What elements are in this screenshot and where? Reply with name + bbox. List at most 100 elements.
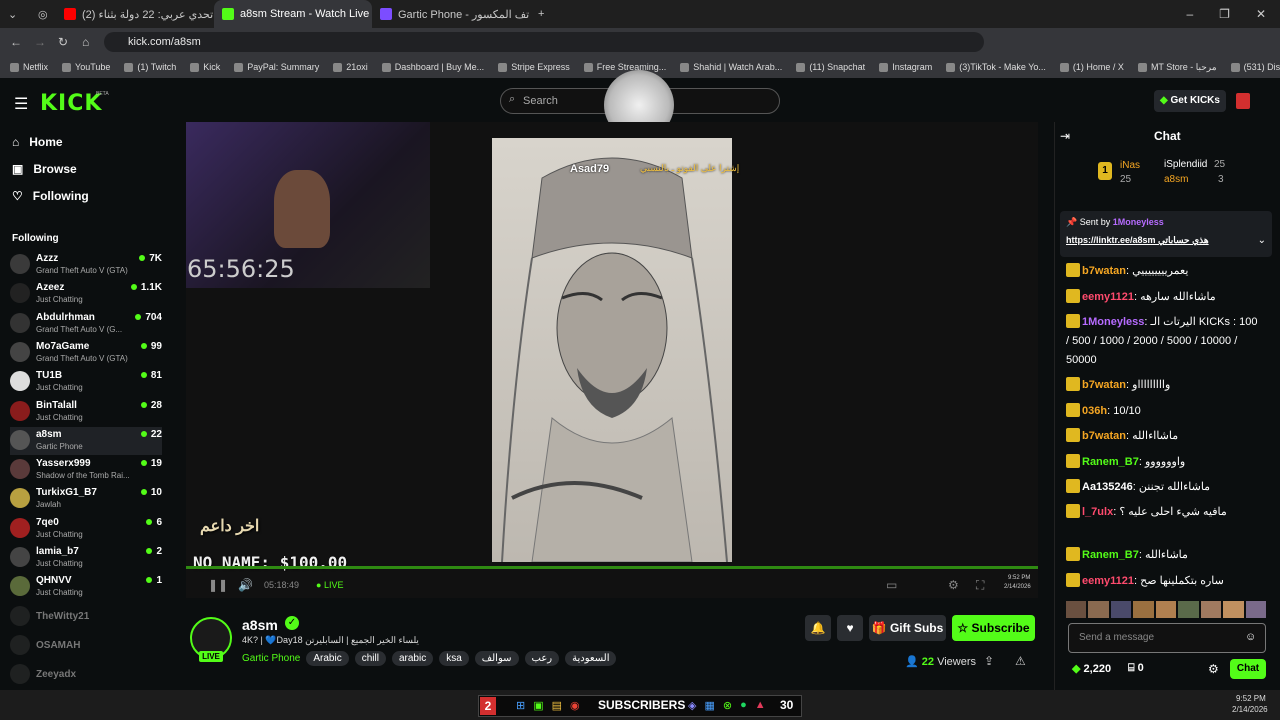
spotify-icon[interactable]: ● <box>740 699 747 712</box>
volume-icon[interactable]: 🔊 <box>238 578 253 592</box>
bookmark-item[interactable]: (1) Home / X <box>1059 62 1124 72</box>
share-icon[interactable]: ⇪ <box>984 654 994 668</box>
emote[interactable] <box>1223 601 1244 618</box>
chat-username[interactable]: Ranem_B7 <box>1082 456 1139 468</box>
chat-username[interactable]: eemy1121 <box>1082 291 1134 303</box>
following-channel[interactable]: BinTalall Just Chatting 28 <box>10 398 162 426</box>
pinned-text[interactable]: https://linktr.ee/a8sm هذي حساباتي <box>1066 235 1209 246</box>
bookmark-item[interactable]: (3)TikTok - Make Yo... <box>946 62 1046 72</box>
bookmark-item[interactable]: Instagram <box>879 62 932 72</box>
minimize-icon[interactable]: – <box>1186 7 1193 21</box>
following-channel[interactable]: Azzz Grand Theft Auto V (GTA) 7K <box>10 251 162 279</box>
windows-start-icon[interactable]: ⊞ <box>516 699 525 712</box>
notify-bell-icon[interactable]: 🔔 <box>805 615 831 641</box>
home-icon[interactable]: ⌂ <box>82 35 89 49</box>
emote[interactable] <box>1200 601 1222 618</box>
nav-following[interactable]: ♡ Following <box>12 189 89 203</box>
chat-username[interactable]: b7watan <box>1082 430 1126 442</box>
back-icon[interactable]: ← <box>10 35 22 49</box>
following-channel[interactable]: Yasserx999 Shadow of the Tomb Rai... 19 <box>10 456 162 484</box>
emote[interactable] <box>1066 601 1087 618</box>
forward-icon[interactable]: → <box>34 35 46 49</box>
bookmark-item[interactable]: Free Streaming... <box>583 62 666 72</box>
offline-channel[interactable]: TheWitty21 <box>10 603 162 631</box>
bookmark-item[interactable]: Dashboard | Buy Me... <box>381 62 484 72</box>
stream-tag[interactable]: Arabic <box>306 651 349 666</box>
kick-logo[interactable]: KICK <box>40 91 102 116</box>
hamburger-menu-icon[interactable]: ☰ <box>14 94 28 114</box>
top-gifter-2[interactable]: iSplendiid <box>1164 159 1207 170</box>
bookmark-item[interactable]: PayPal: Summary <box>234 62 319 72</box>
stream-tag[interactable]: ksa <box>439 651 469 666</box>
emote[interactable] <box>1088 601 1109 618</box>
bookmark-item[interactable]: MT Store - مرحبا <box>1137 62 1217 73</box>
following-channel[interactable]: TurkixG1_B7 Jawlah 10 <box>10 485 162 513</box>
bookmark-item[interactable]: YouTube <box>62 62 110 72</box>
chat-input[interactable]: Send a message <box>1068 623 1266 653</box>
emote[interactable] <box>1110 601 1132 618</box>
emote[interactable] <box>1133 601 1154 618</box>
pause-icon[interactable]: ❚❚ <box>208 578 228 592</box>
settings-icon[interactable]: ⚙ <box>948 578 959 592</box>
fullscreen-icon[interactable]: ⛶ <box>976 578 984 593</box>
streamer-name[interactable]: a8sm <box>242 617 278 633</box>
get-kicks-button[interactable]: ◆ Get KICKs <box>1154 90 1226 112</box>
chat-username[interactable]: 036h <box>1082 405 1107 417</box>
new-tab-button[interactable]: + <box>530 0 554 28</box>
chat-username[interactable]: l_7ulx <box>1082 506 1113 518</box>
bookmark-item[interactable]: 21oxi <box>333 62 368 72</box>
send-chat-button[interactable]: Chat <box>1230 659 1266 679</box>
report-icon[interactable]: ⚠ <box>1015 654 1026 668</box>
chat-username[interactable]: Aa135246 <box>1082 481 1133 493</box>
gift-subs-button[interactable]: 🎁 Gift Subs <box>869 615 946 641</box>
emoji-icon[interactable]: ☺ <box>1245 631 1256 643</box>
app-icon[interactable]: ◈ <box>688 699 696 712</box>
following-channel[interactable]: 7qe0 Just Chatting 6 <box>10 515 162 543</box>
stream-tag[interactable]: chill <box>354 651 386 666</box>
stream-tag[interactable]: سوالف <box>474 651 519 666</box>
following-channel[interactable]: Mo7aGame Grand Theft Auto V (GTA) 99 <box>10 339 162 367</box>
offline-channel[interactable]: OSAMAH <box>10 632 162 660</box>
stream-tag[interactable]: رعب <box>524 651 560 666</box>
gift-balance[interactable]: ⌸ 0 <box>1128 662 1144 675</box>
folder-icon[interactable]: ▤ <box>552 699 562 712</box>
follow-heart-icon[interactable]: ♥ <box>837 615 863 641</box>
tab-youtube[interactable]: أكثر تحدي عربي: 22 دولة بثناء (2)✕ <box>56 0 214 28</box>
following-channel[interactable]: Azeez Just Chatting 1.1K <box>10 280 162 308</box>
chat-username[interactable]: b7watan <box>1082 265 1126 277</box>
bookmark-item[interactable]: Shahid | Watch Arab... <box>680 62 782 72</box>
offline-channel[interactable]: Zeeyadx <box>10 661 162 689</box>
user-avatar[interactable] <box>1236 93 1250 109</box>
tab-menu-icon[interactable]: ⌄ <box>0 0 30 28</box>
bookmark-item[interactable]: Stripe Express <box>498 62 570 72</box>
chat-settings-icon[interactable]: ⚙ <box>1208 662 1219 676</box>
tab-globe-icon[interactable]: ◎ <box>30 0 56 28</box>
top-gifter-3[interactable]: a8sm <box>1164 174 1188 185</box>
pinned-message[interactable]: 📌 Sent by 1Moneyless https://linktr.ee/a… <box>1060 211 1272 257</box>
stream-tag[interactable]: arabic <box>391 651 434 666</box>
video-progress-bar[interactable] <box>186 566 1038 569</box>
nav-browse[interactable]: ▣ Browse <box>12 162 77 176</box>
xbox-icon[interactable]: ⊗ <box>723 699 732 712</box>
app-icon[interactable]: ▦ <box>704 699 714 712</box>
url-input[interactable]: kick.com/a8sm <box>104 32 984 52</box>
bookmark-item[interactable]: Kick <box>190 62 220 72</box>
tab-gartic[interactable]: Gartic Phone - الهاتف المكسور✕ <box>372 0 530 28</box>
bookmark-item[interactable]: Netflix <box>10 62 48 72</box>
app-icon[interactable]: ▣ <box>533 699 543 712</box>
emote[interactable] <box>1245 601 1266 618</box>
following-channel[interactable]: a8sm Gartic Phone 22 <box>10 426 162 455</box>
subscribe-button[interactable]: ☆ Subscribe <box>952 615 1035 641</box>
following-channel[interactable]: lamia_b7 Just Chatting 2 <box>10 544 162 572</box>
emote[interactable] <box>1155 601 1177 618</box>
restore-icon[interactable]: ❐ <box>1219 7 1230 21</box>
chat-username[interactable]: b7watan <box>1082 379 1126 391</box>
chat-username[interactable]: eemy1121 <box>1082 575 1134 587</box>
close-icon[interactable]: ✕ <box>1256 7 1266 21</box>
expand-pin-icon[interactable]: ⌄ <box>1258 235 1266 246</box>
emote[interactable] <box>1178 601 1199 618</box>
bookmark-item[interactable]: (11) Snapchat <box>796 62 865 72</box>
theater-icon[interactable]: ▭ <box>886 578 897 592</box>
stream-tag[interactable]: السعودية <box>565 651 617 666</box>
app-icon[interactable]: ▲ <box>755 699 766 712</box>
